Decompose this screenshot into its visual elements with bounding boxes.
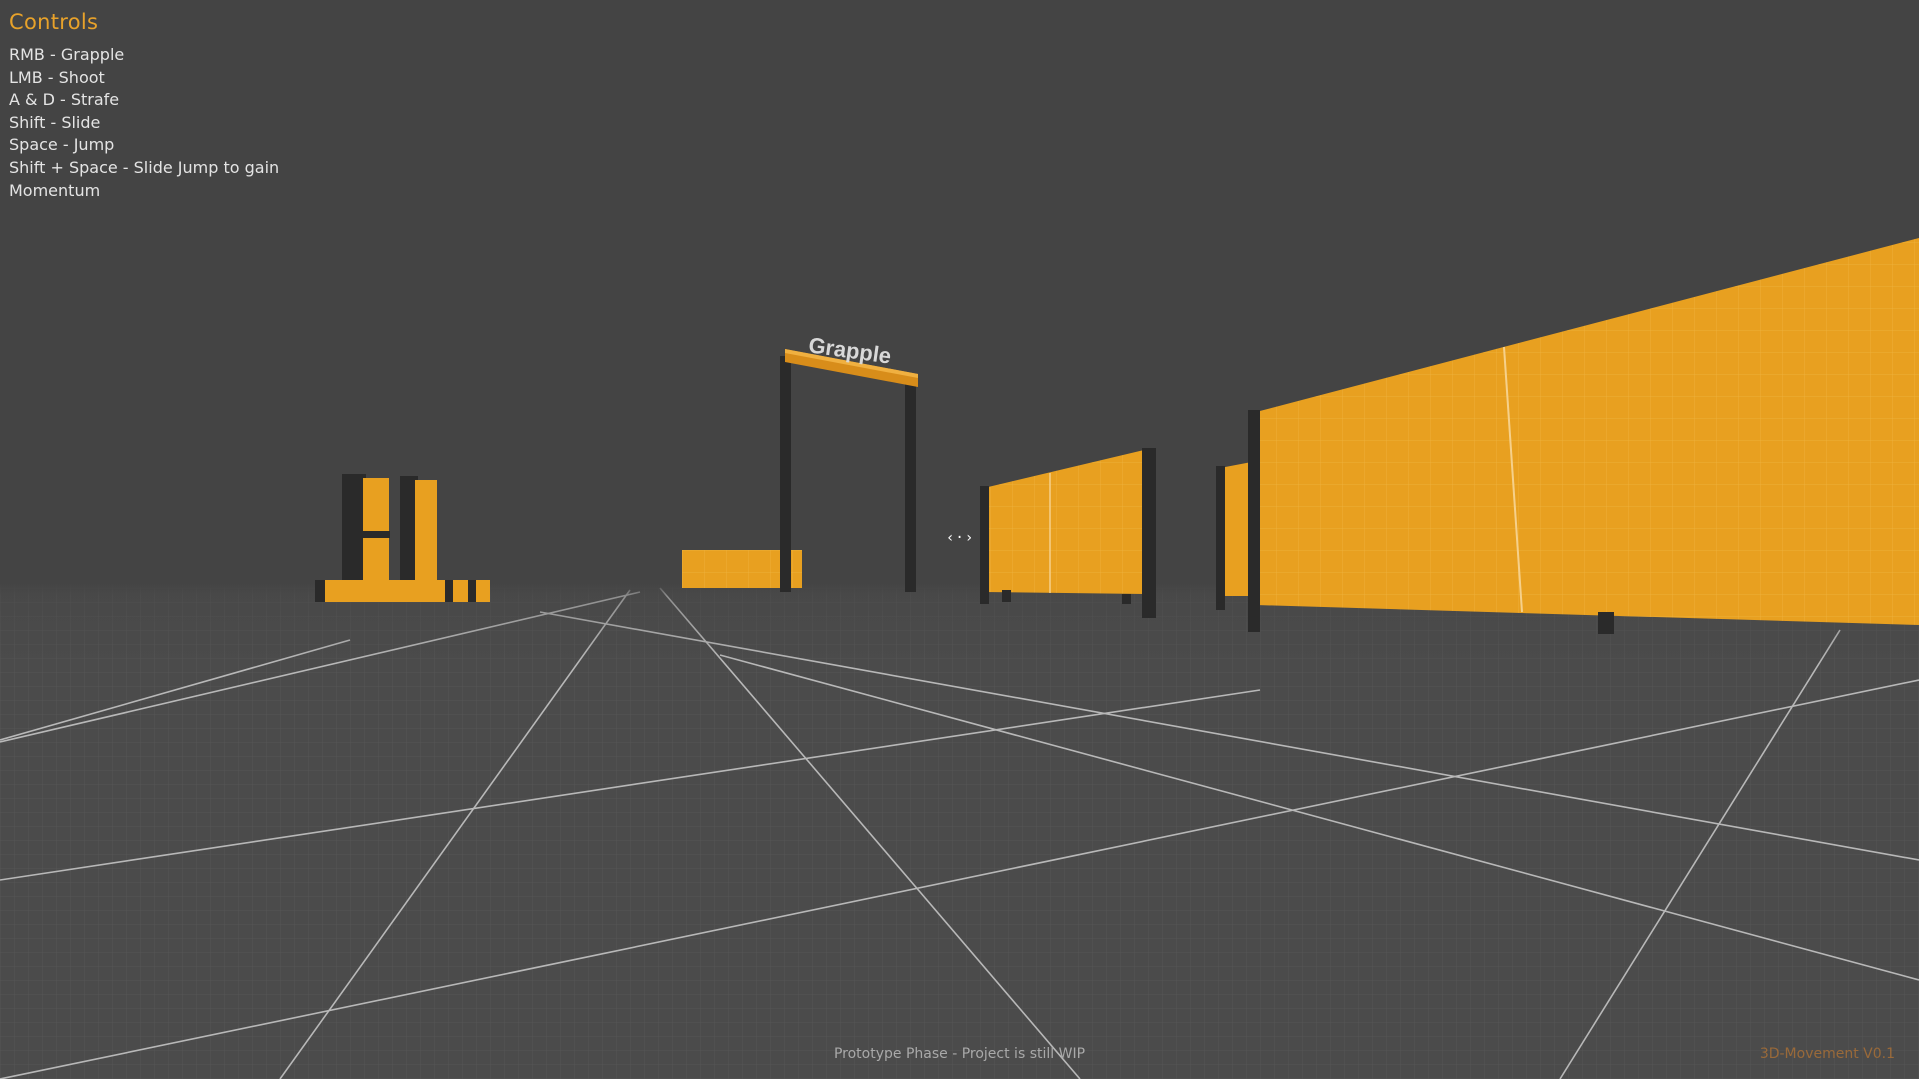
controls-list: RMB - Grapple LMB - Shoot A & D - Strafe… — [9, 44, 299, 202]
control-item: A & D - Strafe — [9, 90, 120, 110]
prototype-status: Prototype Phase - Project is still WIP — [833, 1046, 1086, 1062]
control-item: Space - Jump — [9, 135, 115, 155]
controls-title: Controls — [9, 10, 99, 34]
version-label: 3D-Movement V0.1 — [1759, 1046, 1895, 1062]
middle-wall — [980, 448, 1156, 618]
floor-grid — [0, 584, 1919, 1079]
control-item: RMB - Grapple — [9, 45, 125, 64]
h-block-structure — [315, 474, 490, 602]
large-right-wall — [1216, 238, 1919, 634]
controls-panel: Controls RMB - Grapple LMB - Shoot A & D… — [9, 10, 299, 202]
control-item: Shift - Slide — [9, 112, 101, 132]
crosshair-icon: ‹·› — [946, 530, 975, 546]
control-item: LMB - Shoot — [9, 67, 105, 87]
control-item: Shift + Space - Slide Jump to gain Momen… — [9, 157, 280, 200]
